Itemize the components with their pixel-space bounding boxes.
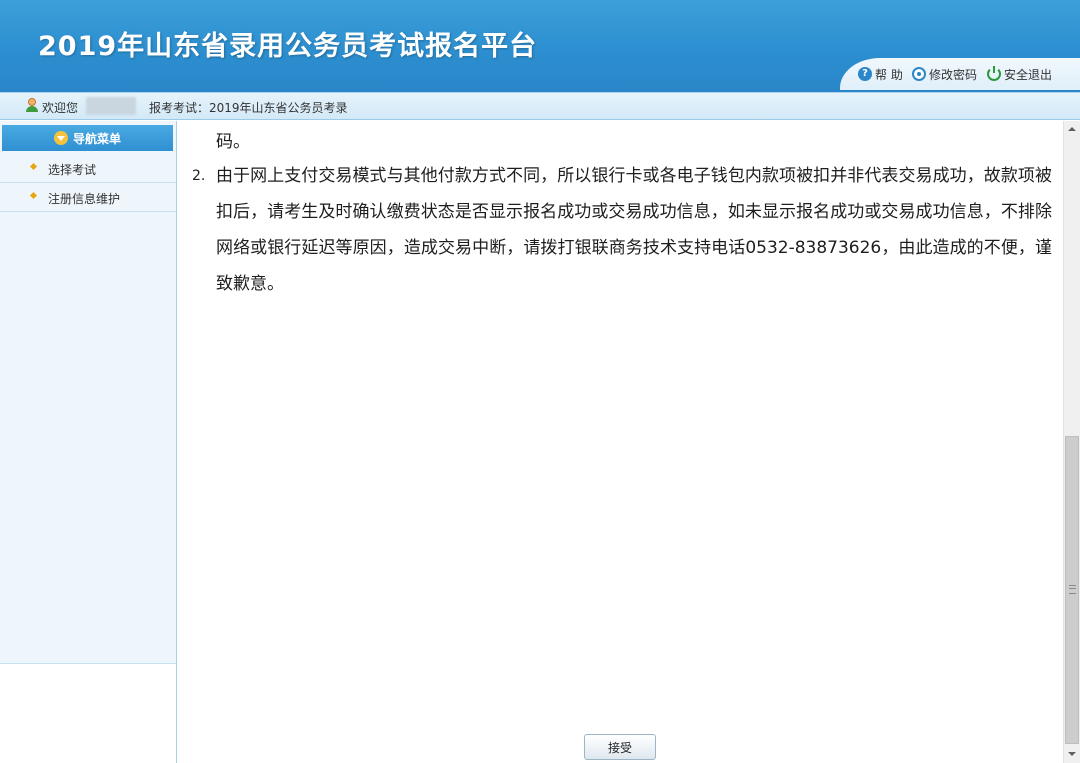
username-redacted [86,97,136,115]
list-item-number: 2. [192,168,206,184]
help-link[interactable]: ? 帮 助 [858,65,903,83]
header-tools: ? 帮 助 修改密码 安全退出 [840,58,1080,90]
logout-label: 安全退出 [1004,67,1053,82]
sidebar-item-label: 选择考试 [48,163,97,177]
sidebar-item-select-exam[interactable]: 选择考试 [0,154,176,183]
nav-menu-header[interactable]: 导航菜单 [2,125,173,151]
help-icon: ? [858,67,872,81]
header-banner: 2019年山东省录用公务员考试报名平台 ? 帮 助 修改密码 安全退出 [0,0,1080,92]
logout-link[interactable]: 安全退出 [987,65,1052,83]
help-label: 帮 助 [875,67,903,82]
accept-button[interactable]: 接受 [584,734,656,760]
key-icon [912,67,926,81]
bullet-icon [29,162,38,171]
user-icon [26,98,38,112]
nav-menu-header-label: 导航菜单 [72,131,121,146]
platform-title: 2019年山东省录用公务员考试报名平台 [38,31,538,62]
current-exam-label: 报考考试：2019年山东省公务员考录 [149,101,348,115]
bullet-icon [29,191,38,200]
scroll-up-arrow-icon[interactable] [1064,121,1080,138]
scroll-down-arrow-icon[interactable] [1064,746,1080,763]
previous-item-continuation: 码。 [216,132,250,152]
change-password-link[interactable]: 修改密码 [912,65,977,83]
sidebar-menu: 导航菜单 选择考试 注册信息维护 [0,121,176,664]
welcome-greeting: 欢迎您 [42,101,79,115]
main-content: 码。 2. 由于网上支付交易模式与其他付款方式不同，所以银行卡或各电子钱包内款项… [178,121,1063,763]
chevron-down-icon [53,131,68,145]
content-scrollbar[interactable] [1063,121,1080,763]
change-password-label: 修改密码 [929,67,978,82]
sidebar-item-registration-info[interactable]: 注册信息维护 [0,183,176,212]
sidebar: 导航菜单 选择考试 注册信息维护 [0,121,177,763]
list-item-text: 由于网上支付交易模式与其他付款方式不同，所以银行卡或各电子钱包内款项被扣并非代表… [216,166,1052,294]
scroll-thumb[interactable] [1065,436,1079,744]
notice-document: 码。 2. 由于网上支付交易模式与其他付款方式不同，所以银行卡或各电子钱包内款项… [178,121,1063,721]
sidebar-item-label: 注册信息维护 [48,192,121,206]
welcome-bar: 欢迎您 报考考试：2019年山东省公务员考录 [0,92,1080,120]
power-icon [987,66,1001,81]
grip-icon [1069,585,1076,594]
